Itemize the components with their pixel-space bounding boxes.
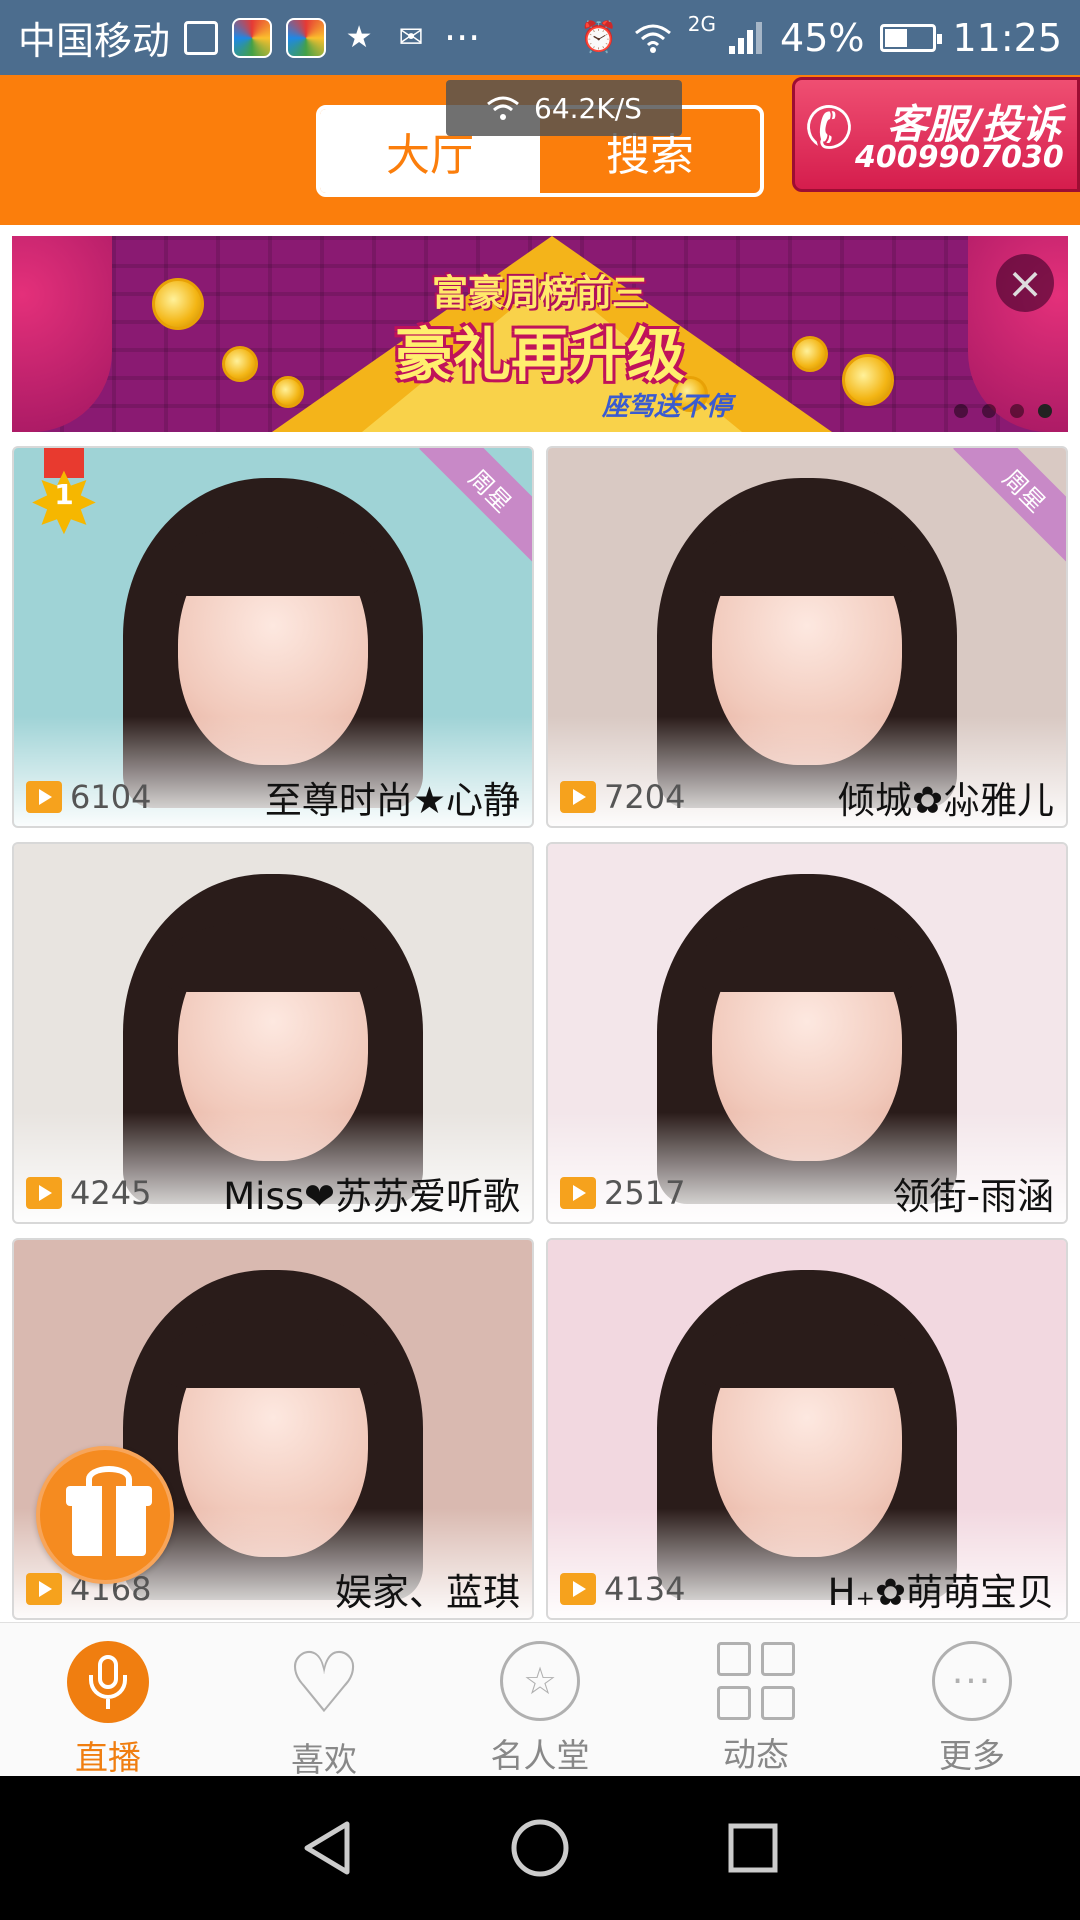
anchor-name: 倾城✿尛雅儿 (837, 779, 1054, 822)
star-notification-icon: ★ (345, 20, 373, 55)
anchor-name: 领街-雨涵 (892, 1175, 1054, 1218)
play-icon (560, 1573, 596, 1605)
viewer-count: 2517 (604, 1174, 686, 1212)
bangs-shape (168, 1315, 378, 1388)
back-icon (304, 1821, 350, 1875)
room-caption: 7204 倾城✿尛雅儿 (548, 768, 1066, 826)
carrier-label: 中国移动 (18, 19, 171, 63)
page-dot (954, 404, 968, 418)
tab-feed[interactable]: 动态 (648, 1623, 864, 1776)
viewer-count: 4245 (70, 1174, 152, 1212)
gift-band (102, 1486, 116, 1556)
customer-service-phone: 4009907030 (855, 140, 1064, 175)
bangs-shape (168, 523, 378, 596)
more-notifications-icon: ··· (444, 15, 481, 60)
microphone-icon (66, 1641, 150, 1723)
bangs-shape (702, 523, 912, 596)
gift-fab-button[interactable] (36, 1446, 174, 1584)
room-card[interactable]: 4245 Miss❤苏苏爱听歌 (12, 842, 534, 1224)
app-notification-icon (286, 17, 327, 58)
anchor-name: 娱家、蓝琪 (335, 1571, 520, 1614)
app-notification-icon (232, 17, 273, 58)
tab-more[interactable]: ··· 更多 (864, 1623, 1080, 1776)
banner-subtitle: 座驾送不停 (602, 392, 733, 422)
room-caption: 4245 Miss❤苏苏爱听歌 (14, 1164, 532, 1222)
network-speed-value: 64.2K/S (534, 91, 642, 125)
promo-banner[interactable]: 富豪周榜前三 豪礼再升级 座驾送不停 × (12, 236, 1068, 432)
play-icon (26, 1573, 62, 1605)
play-icon (560, 1177, 596, 1209)
wifi-icon (634, 19, 672, 57)
back-button[interactable] (287, 1808, 367, 1888)
status-bar: 中国移动 ★ ✉ ··· ⏰ 2G 45% 11:25 (0, 0, 1080, 75)
banner-title-main: 豪礼再升级 (394, 321, 685, 389)
battery-fill (885, 28, 908, 47)
banner-close-button[interactable]: × (996, 254, 1054, 312)
rank-number: 1 (54, 478, 74, 511)
recent-apps-button[interactable] (713, 1808, 793, 1888)
page-dot (982, 404, 996, 418)
bangs-shape (702, 1315, 912, 1388)
grid-icon (714, 1641, 798, 1720)
anchor-name: H₊✿萌萌宝贝 (827, 1571, 1054, 1614)
phone-icon: ✆ (797, 88, 862, 168)
home-icon (511, 1819, 569, 1877)
room-card[interactable]: 6104 至尊时尚★心静 周星 ✸ 1 (12, 446, 534, 828)
play-icon (560, 781, 596, 813)
bottom-tab-bar: 直播 ♡ 喜欢 ☆ 名人堂 动态 ··· 更多 (0, 1622, 1080, 1779)
viewer-count: 6104 (70, 778, 152, 816)
room-caption: 2517 领街-雨涵 (548, 1164, 1066, 1222)
page-dot (1038, 404, 1052, 418)
wifi-icon (487, 96, 519, 120)
recent-apps-icon (728, 1823, 778, 1873)
tab-hall-of-fame[interactable]: ☆ 名人堂 (432, 1623, 648, 1776)
network-speed-toast: 64.2K/S (446, 80, 682, 136)
message-notification-icon: ✉ (398, 20, 424, 55)
tab-favorites[interactable]: ♡ 喜欢 (216, 1623, 432, 1779)
tab-live[interactable]: 直播 (0, 1623, 216, 1777)
signal-icon (726, 19, 764, 57)
tab-label: 直播 (75, 1738, 141, 1777)
page-dot (1010, 404, 1024, 418)
gallery-notification-icon (184, 20, 219, 55)
tab-label: 更多 (939, 1736, 1005, 1775)
play-icon (26, 1177, 62, 1209)
hall-of-fame-icon: ☆ (498, 1641, 582, 1721)
system-navigation-bar (0, 1776, 1080, 1920)
network-type-label: 2G (687, 11, 717, 36)
rank-medal-icon: ✸ 1 (28, 448, 100, 546)
clock: 11:25 (952, 15, 1062, 60)
anchor-name: Miss❤苏苏爱听歌 (223, 1175, 520, 1218)
room-caption: 6104 至尊时尚★心静 (14, 768, 532, 826)
tab-label: 动态 (723, 1735, 789, 1774)
room-card[interactable]: 7204 倾城✿尛雅儿 周星 (546, 446, 1068, 828)
bangs-shape (168, 919, 378, 992)
home-button[interactable] (500, 1808, 580, 1888)
battery-percent: 45% (780, 15, 865, 60)
room-card[interactable]: 2517 领街-雨涵 (546, 842, 1068, 1224)
app-header: 大厅 搜索 64.2K/S ✆ 客服/投诉 4009907030 (0, 75, 1080, 225)
viewer-count: 7204 (604, 778, 686, 816)
tab-label: 名人堂 (490, 1736, 590, 1775)
more-icon: ··· (930, 1641, 1014, 1721)
bangs-shape (702, 919, 912, 992)
viewer-count: 4134 (604, 1570, 686, 1608)
anchor-name: 至尊时尚★心静 (264, 779, 520, 822)
battery-icon (880, 23, 943, 52)
room-grid: 6104 至尊时尚★心静 周星 ✸ 1 7204 倾城✿尛雅儿 周星 4245 Mi… (12, 446, 1068, 1620)
play-icon (26, 781, 62, 813)
customer-service-button[interactable]: ✆ 客服/投诉 4009907030 (792, 77, 1080, 192)
room-card[interactable]: 4134 H₊✿萌萌宝贝 (546, 1238, 1068, 1620)
room-caption: 4134 H₊✿萌萌宝贝 (548, 1560, 1066, 1618)
heart-icon: ♡ (286, 1634, 362, 1732)
banner-page-indicator (954, 404, 1052, 418)
alarm-icon: ⏰ (580, 20, 618, 55)
tab-label: 喜欢 (291, 1740, 357, 1779)
